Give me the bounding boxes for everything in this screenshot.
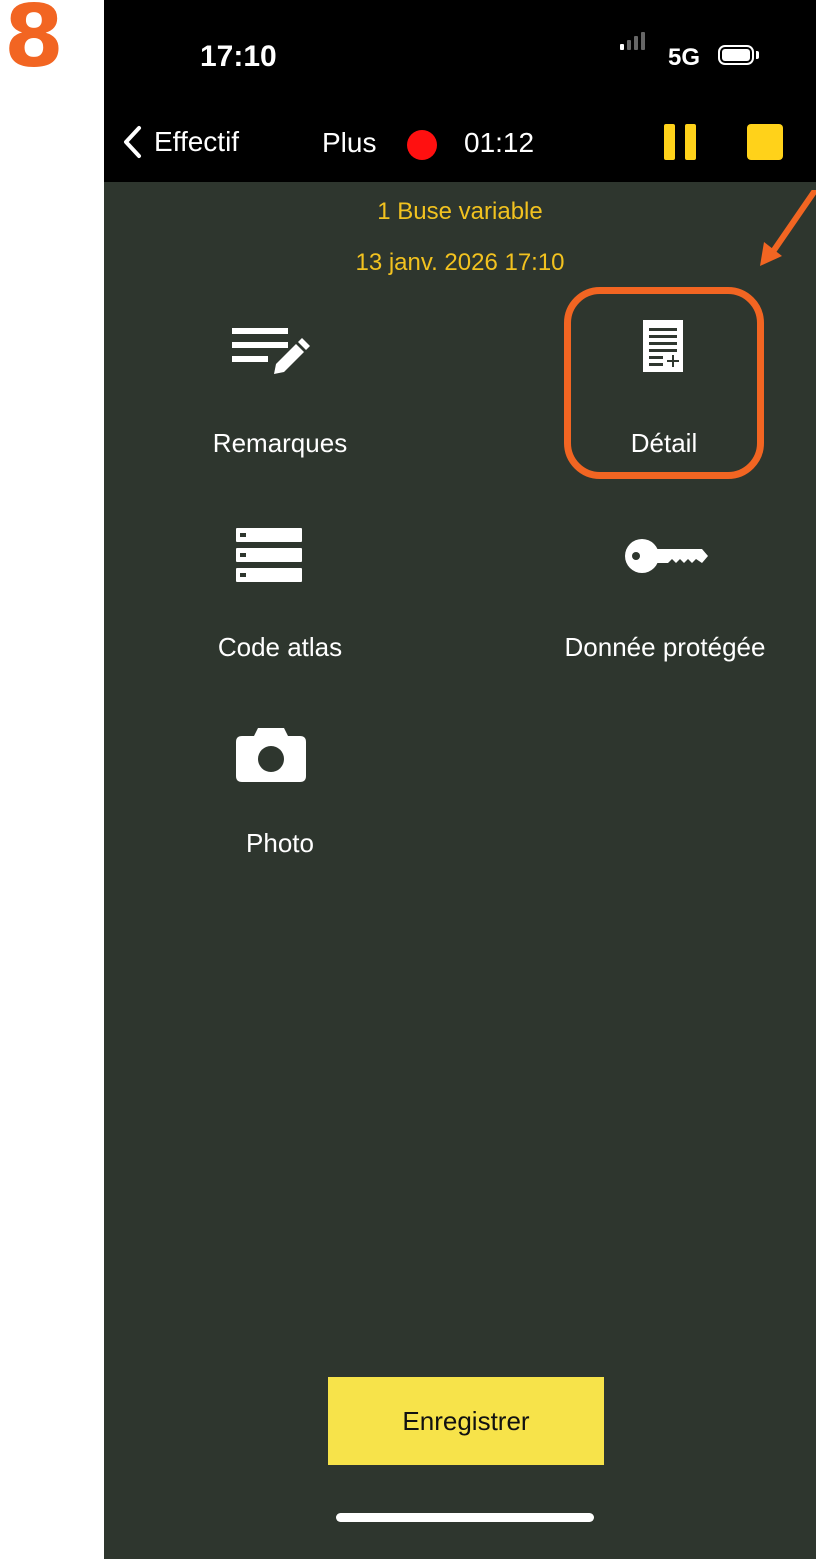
back-button[interactable]: Effectif	[122, 122, 239, 162]
network-label: 5G	[668, 44, 701, 71]
battery-tip	[756, 51, 759, 59]
protected-data-button[interactable]: Donnée protégée	[534, 528, 796, 662]
stop-button[interactable]	[747, 124, 783, 160]
atlas-code-label: Code atlas	[217, 632, 343, 662]
home-indicator[interactable]	[336, 1513, 594, 1522]
chevron-left-icon	[124, 126, 141, 158]
pause-button[interactable]	[664, 124, 696, 160]
photo-button[interactable]: Photo	[176, 724, 384, 864]
step-number: 8	[4, 0, 64, 87]
battery-icon	[718, 45, 754, 65]
key-icon	[625, 539, 708, 573]
status-time: 17:10	[200, 40, 277, 73]
camera-icon	[236, 728, 306, 782]
photo-label: Photo	[246, 828, 314, 858]
recording-timer: 01:12	[464, 127, 535, 158]
remarks-label: Remarques	[212, 428, 348, 458]
detail-highlight-frame	[564, 287, 764, 479]
annotation-arrow-icon	[760, 190, 816, 266]
list-icon	[236, 528, 302, 582]
species-title: 1 Buse variable	[377, 198, 543, 225]
save-button[interactable]: Enregistrer	[328, 1377, 604, 1465]
remarks-button[interactable]: Remarques	[176, 322, 384, 462]
back-label: Effectif	[154, 126, 240, 157]
observation-datetime: 13 janv. 2026 17:10	[355, 249, 565, 276]
recording-dot-icon	[407, 130, 437, 160]
notes-edit-icon	[232, 328, 310, 374]
more-button[interactable]: Plus	[322, 127, 376, 159]
status-bar: 17:10 5G	[104, 0, 816, 110]
phone-screen: 17:10 5G Effectif Plus 01:12 1 Buse vari…	[104, 0, 816, 1559]
atlas-code-button[interactable]: Code atlas	[176, 528, 384, 662]
nav-bar: Effectif Plus 01:12	[104, 110, 816, 182]
protected-data-label: Donnée protégée	[564, 632, 766, 662]
